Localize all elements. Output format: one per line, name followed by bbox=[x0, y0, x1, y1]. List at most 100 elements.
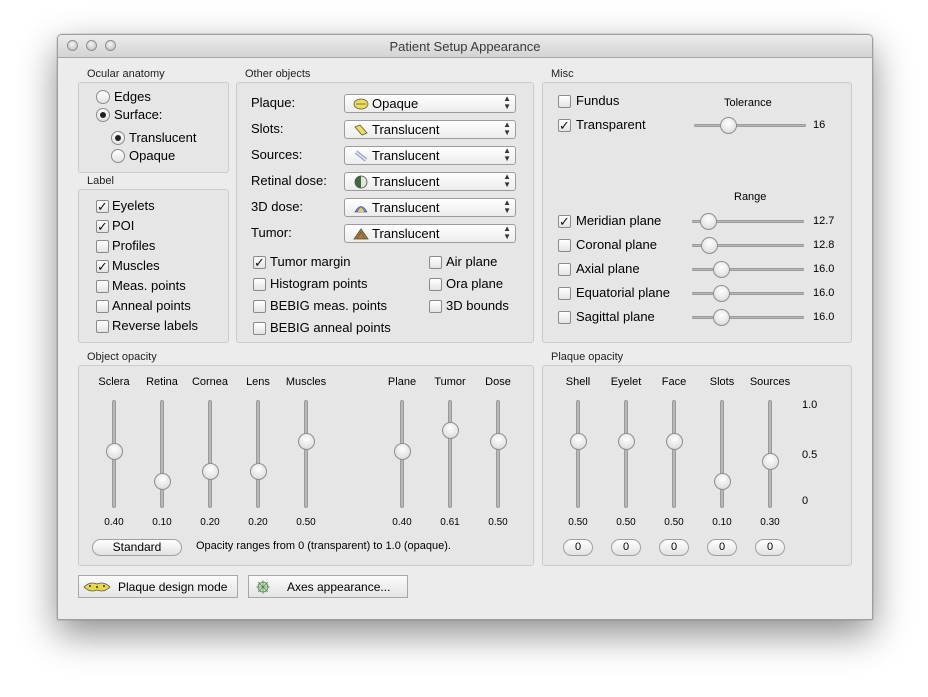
plaque-opacity-slider-eyelet-knob[interactable] bbox=[618, 433, 635, 450]
sources-icon bbox=[353, 149, 369, 166]
object-opacity-slider-plane-knob[interactable] bbox=[394, 443, 411, 460]
other-left-checkbox-2[interactable] bbox=[253, 300, 266, 313]
plane-checkbox-3[interactable] bbox=[558, 287, 571, 300]
plane-checkbox-0[interactable]: ✓ bbox=[558, 215, 571, 228]
tolerance-slider-track[interactable] bbox=[694, 124, 806, 127]
object-opacity-slider-muscles-label: Muscles bbox=[285, 376, 327, 388]
object-opacity-slider-tumor-track[interactable] bbox=[448, 400, 452, 508]
plane-slider-track[interactable] bbox=[692, 268, 804, 271]
plaque-opacity-slider-slots-track[interactable] bbox=[720, 400, 724, 508]
plane-slider-knob[interactable] bbox=[713, 285, 731, 302]
label-checkbox-6[interactable] bbox=[96, 320, 109, 333]
label-checkbox-1[interactable]: ✓ bbox=[96, 220, 109, 233]
standard-button[interactable]: Standard bbox=[92, 539, 182, 556]
edges-radio[interactable] bbox=[96, 90, 110, 104]
plaque-opacity-slider-sources-knob[interactable] bbox=[762, 453, 779, 470]
object-opacity-slider-dose-track[interactable] bbox=[496, 400, 500, 508]
label-checkbox-3[interactable]: ✓ bbox=[96, 260, 109, 273]
other-right-checkbox-2[interactable] bbox=[429, 300, 442, 313]
plane-slider-knob[interactable] bbox=[713, 261, 731, 278]
other-left-checkbox-0[interactable]: ✓ bbox=[253, 256, 266, 269]
misc-title: Misc bbox=[551, 68, 574, 80]
label-checkbox-5[interactable] bbox=[96, 300, 109, 313]
axes-appearance-button[interactable]: Axes appearance... bbox=[248, 575, 408, 598]
plaque-opacity-slider-face-knob[interactable] bbox=[666, 433, 683, 450]
fundus-checkbox[interactable] bbox=[558, 95, 571, 108]
plane-checkbox-2[interactable] bbox=[558, 263, 571, 276]
object-opacity-slider-plane-value: 0.40 bbox=[392, 517, 412, 528]
object-opacity-slider-lens-track[interactable] bbox=[256, 400, 260, 508]
plaque-opacity-slider-eyelet-track[interactable] bbox=[624, 400, 628, 508]
object-opacity-slider-cornea-knob[interactable] bbox=[202, 463, 219, 480]
popup-arrows-icon: ▲ ▼ bbox=[503, 146, 511, 163]
object-opacity-slider-tumor-knob[interactable] bbox=[442, 422, 459, 439]
surface-radio[interactable] bbox=[96, 108, 110, 122]
plaque-opacity-field-eyelet[interactable]: 0 bbox=[611, 539, 641, 556]
plane-slider-track[interactable] bbox=[692, 316, 804, 319]
popup-value: Translucent bbox=[372, 174, 440, 189]
popup-value: Translucent bbox=[372, 122, 440, 137]
plane-slider-knob[interactable] bbox=[713, 309, 731, 326]
object-opacity-slider-retina-track[interactable] bbox=[160, 400, 164, 508]
translucent-radio[interactable] bbox=[111, 131, 125, 145]
range-label: Range bbox=[734, 191, 767, 203]
object-opacity-slider-muscles-knob[interactable] bbox=[298, 433, 315, 450]
other-row-popup-5[interactable]: Translucent ▲ ▼ bbox=[344, 224, 516, 243]
plane-checkbox-1[interactable] bbox=[558, 239, 571, 252]
other-row-label: Tumor: bbox=[251, 225, 292, 240]
retinal-dose-icon bbox=[353, 175, 369, 192]
label-checkbox-4[interactable] bbox=[96, 280, 109, 293]
label-item-label: Profiles bbox=[112, 238, 156, 253]
plane-value: 16.0 bbox=[813, 311, 835, 323]
plane-checkbox-4[interactable] bbox=[558, 311, 571, 324]
object-opacity-slider-lens-knob[interactable] bbox=[250, 463, 267, 480]
plane-value: 12.7 bbox=[813, 215, 835, 227]
tolerance-slider-knob[interactable] bbox=[719, 117, 737, 134]
plane-slider-track[interactable] bbox=[692, 292, 804, 295]
plaque-opacity-slider-slots-knob[interactable] bbox=[714, 473, 731, 490]
other-row-label: Plaque: bbox=[251, 95, 296, 110]
plane-slider-knob[interactable] bbox=[699, 213, 717, 230]
plaque-design-mode-button[interactable]: Plaque design mode bbox=[78, 575, 238, 598]
popup-arrows-icon: ▲ ▼ bbox=[503, 172, 511, 189]
object-opacity-slider-sclera-value: 0.40 bbox=[104, 517, 124, 528]
other-right-checkbox-0[interactable] bbox=[429, 256, 442, 269]
plane-slider-knob[interactable] bbox=[700, 237, 718, 254]
other-row-popup-1[interactable]: Translucent ▲ ▼ bbox=[344, 120, 516, 139]
other-row-popup-0[interactable]: Opaque ▲ ▼ bbox=[344, 94, 516, 113]
opaque-label: Opaque bbox=[129, 148, 176, 163]
plaque-opacity-slider-shell-knob[interactable] bbox=[570, 433, 587, 450]
surface-label: Surface: bbox=[114, 107, 163, 122]
object-opacity-slider-retina-knob[interactable] bbox=[154, 473, 171, 490]
object-opacity-slider-muscles-track[interactable] bbox=[304, 400, 308, 508]
plaque-opacity-group bbox=[542, 365, 852, 566]
object-opacity-slider-dose-knob[interactable] bbox=[490, 433, 507, 450]
plaque-opacity-field-slots[interactable]: 0 bbox=[707, 539, 737, 556]
transparent-checkbox[interactable]: ✓ bbox=[558, 119, 571, 132]
patient-setup-window: Patient Setup Appearance Ocular anatomy … bbox=[57, 34, 873, 620]
popup-arrows-icon: ▲ ▼ bbox=[503, 224, 511, 241]
plane-label: Axial plane bbox=[576, 261, 640, 276]
plaque-opacity-field-face[interactable]: 0 bbox=[659, 539, 689, 556]
axes-icon bbox=[256, 580, 270, 594]
plaque-opacity-slider-shell-track[interactable] bbox=[576, 400, 580, 508]
other-left-checkbox-3[interactable] bbox=[253, 322, 266, 335]
opaque-radio[interactable] bbox=[111, 149, 125, 163]
label-checkbox-2[interactable] bbox=[96, 240, 109, 253]
label-checkbox-0[interactable]: ✓ bbox=[96, 200, 109, 213]
popup-value: Translucent bbox=[372, 200, 440, 215]
plaque-opacity-field-shell[interactable]: 0 bbox=[563, 539, 593, 556]
other-right-checkbox-1[interactable] bbox=[429, 278, 442, 291]
object-opacity-slider-cornea-track[interactable] bbox=[208, 400, 212, 508]
plane-label: Sagittal plane bbox=[576, 309, 655, 324]
plaque-opacity-slider-face-track[interactable] bbox=[672, 400, 676, 508]
other-right-label: Air plane bbox=[446, 254, 498, 269]
other-row-popup-4[interactable]: Translucent ▲ ▼ bbox=[344, 198, 516, 217]
label-item-label: POI bbox=[112, 218, 135, 233]
other-left-checkbox-1[interactable] bbox=[253, 278, 266, 291]
other-row-popup-3[interactable]: Translucent ▲ ▼ bbox=[344, 172, 516, 191]
object-opacity-slider-sclera-knob[interactable] bbox=[106, 443, 123, 460]
other-row-popup-2[interactable]: Translucent ▲ ▼ bbox=[344, 146, 516, 165]
plane-label: Equatorial plane bbox=[576, 285, 670, 300]
plaque-opacity-field-sources[interactable]: 0 bbox=[755, 539, 785, 556]
